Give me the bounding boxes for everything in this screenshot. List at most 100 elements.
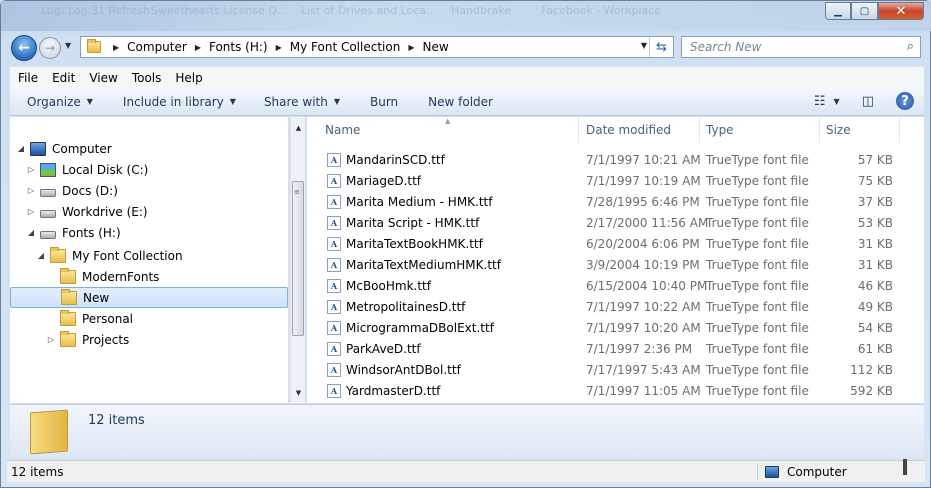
forward-button[interactable]: → [39,37,61,59]
breadcrumb-separator-icon[interactable]: ▶ [113,43,119,52]
font-file-icon: A [327,174,341,188]
file-row[interactable]: A WindsorAntDBol.ttf 7/17/1997 5:43 AM True… [307,359,907,380]
minimize-button[interactable]: ▁ [825,2,851,20]
preview-pane-icon[interactable]: ◫ [862,94,874,109]
back-arrow-icon: ← [18,40,30,56]
maximize-button[interactable]: ▢ [851,2,878,20]
expand-arrow-icon[interactable]: ▷ [26,207,36,216]
menu-file[interactable]: File [18,71,38,85]
address-dropdown-icon[interactable]: ▼ [641,41,647,50]
file-row[interactable]: A ParkAveD.ttf 7/1/1997 2:36 PM TrueType fo… [307,338,907,359]
refresh-button[interactable]: ⇆ [649,37,673,57]
file-row[interactable]: A McBooHmk.ttf 6/15/2004 10:40 PM TrueType … [307,275,907,296]
column-header-name[interactable]: Name [307,117,579,143]
help-icon[interactable]: ? [896,92,914,110]
tree-item-docs[interactable]: ▷ Docs (D:) [26,180,118,201]
tree-item-new[interactable]: New [10,287,288,308]
maximize-icon: ▢ [859,5,870,17]
menu-view[interactable]: View [89,71,117,85]
details-pane: 12 items [10,404,924,458]
search-icon[interactable]: ⌕ [907,39,914,54]
tree-item-modernfonts[interactable]: ModernFonts [46,266,159,287]
scroll-down-icon[interactable]: ▼ [291,385,306,400]
scroll-thumb[interactable] [292,181,304,336]
collapse-arrow-icon[interactable]: ◢ [16,144,26,153]
status-location: Computer [765,465,847,479]
menu-edit[interactable]: Edit [52,71,75,85]
file-size: 112 KB [850,362,893,377]
search-input[interactable]: Search New ⌕ [681,36,921,58]
include-in-library-button[interactable]: Include in library ▼ [123,95,236,109]
view-dropdown-icon[interactable]: ▼ [834,97,840,106]
organize-button[interactable]: Organize ▼ [27,95,93,109]
column-header-date[interactable]: Date modified [580,117,700,143]
file-type: TrueType font file [706,383,809,398]
menu-help[interactable]: Help [175,71,202,85]
file-row[interactable]: A MandarinSCD.ttf 7/1/1997 10:21 AM TrueTyp… [307,149,907,170]
new-folder-label: New folder [428,94,493,109]
file-row[interactable]: A MariageD.ttf 7/1/1997 10:19 AM TrueType f… [307,170,907,191]
tree-item-workdrive[interactable]: ▷ Workdrive (E:) [26,201,148,222]
folder-icon [60,267,76,284]
font-file-icon: A [327,216,341,230]
file-name: MandarinSCD.ttf [346,152,445,167]
column-header-type[interactable]: Type [700,117,820,143]
address-bar[interactable]: ▶ Computer ▶ Fonts (H:) ▶ My Font Collec… [80,36,674,58]
burn-button[interactable]: Burn [370,95,398,109]
file-row[interactable]: A Marita Script - HMK.ttf 2/17/2000 11:56 … [307,212,907,233]
new-folder-button[interactable]: New folder [428,95,493,109]
file-row[interactable]: A MaritaTextBookHMK.ttf 6/20/2004 6:06 PM T… [307,233,907,254]
view-controls: ☷ ▼ ◫ ? [800,92,914,110]
file-name: Marita Script - HMK.ttf [346,215,480,230]
file-type: TrueType font file [706,152,809,167]
file-row[interactable]: A Marita Medium - HMK.ttf 7/28/1995 6:46 P… [307,191,907,212]
burn-label: Burn [370,94,399,109]
breadcrumb-new[interactable]: New [422,40,448,54]
change-view-icon[interactable]: ☷ [814,94,826,109]
collapse-arrow-icon[interactable]: ◢ [26,228,36,237]
file-name: MicrogrammaDBolExt.ttf [346,320,494,335]
ghost-title-2: Sweethearts License Q... [151,4,288,17]
nav-scrollbar[interactable]: ▲ ≡ ▼ [290,117,305,403]
computer-icon [30,141,46,156]
file-date: 7/1/1997 2:36 PM [586,341,693,356]
collapse-arrow-icon[interactable]: ◢ [36,251,46,260]
share-with-button[interactable]: Share with ▼ [264,95,340,109]
folder-icon [50,246,66,263]
file-size: 592 KB [850,383,893,398]
breadcrumb-separator-icon[interactable]: ▶ [195,43,201,52]
tree-item-fonts[interactable]: ◢ Fonts (H:) [26,222,121,243]
breadcrumb-separator-icon[interactable]: ▶ [276,43,282,52]
breadcrumb-fonts[interactable]: Fonts (H:) [209,40,268,54]
tree-label: Personal [82,311,134,326]
tree-item-personal[interactable]: Personal [46,308,133,329]
column-header-label: Date modified [586,123,672,137]
close-button[interactable]: ✕ [878,2,924,20]
file-row[interactable]: A MicrogrammaDBolExt.ttf 7/1/1997 10:20 AM… [307,317,907,338]
breadcrumb-my-font-collection[interactable]: My Font Collection [290,40,401,54]
breadcrumb-computer[interactable]: Computer [127,40,187,54]
computer-icon [765,465,779,478]
breadcrumb-separator-icon[interactable]: ▶ [408,43,414,52]
file-name: YardmasterD.ttf [346,383,441,398]
file-date: 7/1/1997 10:21 AM [586,152,701,167]
tree-item-computer[interactable]: ◢ Computer [16,138,112,159]
font-file-icon: A [327,342,341,356]
file-row[interactable]: A MetropolitainesD.ttf 7/1/1997 10:22 AM Tr… [307,296,907,317]
tree-item-projects[interactable]: ▷ Projects [46,329,129,350]
tree-item-my-font-collection[interactable]: ◢ My Font Collection [36,245,183,266]
column-header-size[interactable]: Size [820,117,900,143]
back-button[interactable]: ← [11,35,37,61]
expand-arrow-icon[interactable]: ▷ [46,335,56,344]
resize-grip-icon[interactable] [903,459,907,475]
file-date: 7/28/1995 6:46 PM [586,194,700,209]
menu-tools[interactable]: Tools [132,71,162,85]
file-row[interactable]: A MaritaTextMediumHMK.ttf 3/9/2004 10:19 P… [307,254,907,275]
expand-arrow-icon[interactable]: ▷ [26,165,36,174]
folder-icon [60,309,76,326]
file-row[interactable]: A YardmasterD.ttf 7/1/1997 11:05 AM TrueTyp… [307,380,907,401]
scroll-up-icon[interactable]: ▲ [291,120,306,135]
tree-item-local-disk[interactable]: ▷ Local Disk (C:) [26,159,148,180]
expand-arrow-icon[interactable]: ▷ [26,186,36,195]
history-dropdown-icon[interactable]: ▼ [65,41,71,50]
